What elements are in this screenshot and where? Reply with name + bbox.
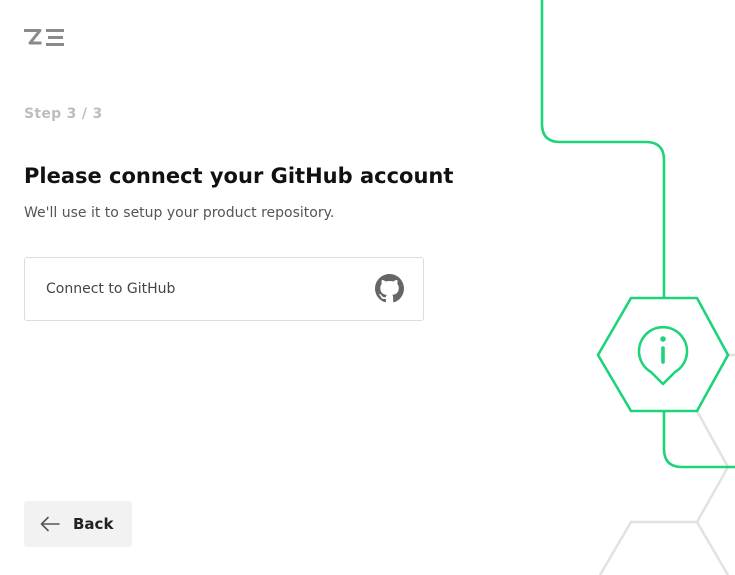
page-title: Please connect your GitHub account (24, 164, 454, 188)
ze-logo (24, 29, 64, 46)
green-circuit-lines (540, 0, 735, 469)
info-icon (637, 326, 689, 386)
onboarding-page: Step 3 / 3 Please connect your GitHub ac… (0, 0, 735, 575)
arrow-left-icon (40, 516, 60, 532)
connect-github-button[interactable]: Connect to GitHub (24, 257, 424, 321)
grey-hexagon-outlines (598, 353, 735, 575)
github-icon (375, 274, 404, 303)
connect-github-label: Connect to GitHub (46, 281, 176, 297)
page-subtitle: We'll use it to setup your product repos… (24, 205, 335, 221)
step-indicator: Step 3 / 3 (24, 106, 103, 122)
back-label: Back (73, 515, 114, 533)
back-button[interactable]: Back (24, 501, 132, 547)
